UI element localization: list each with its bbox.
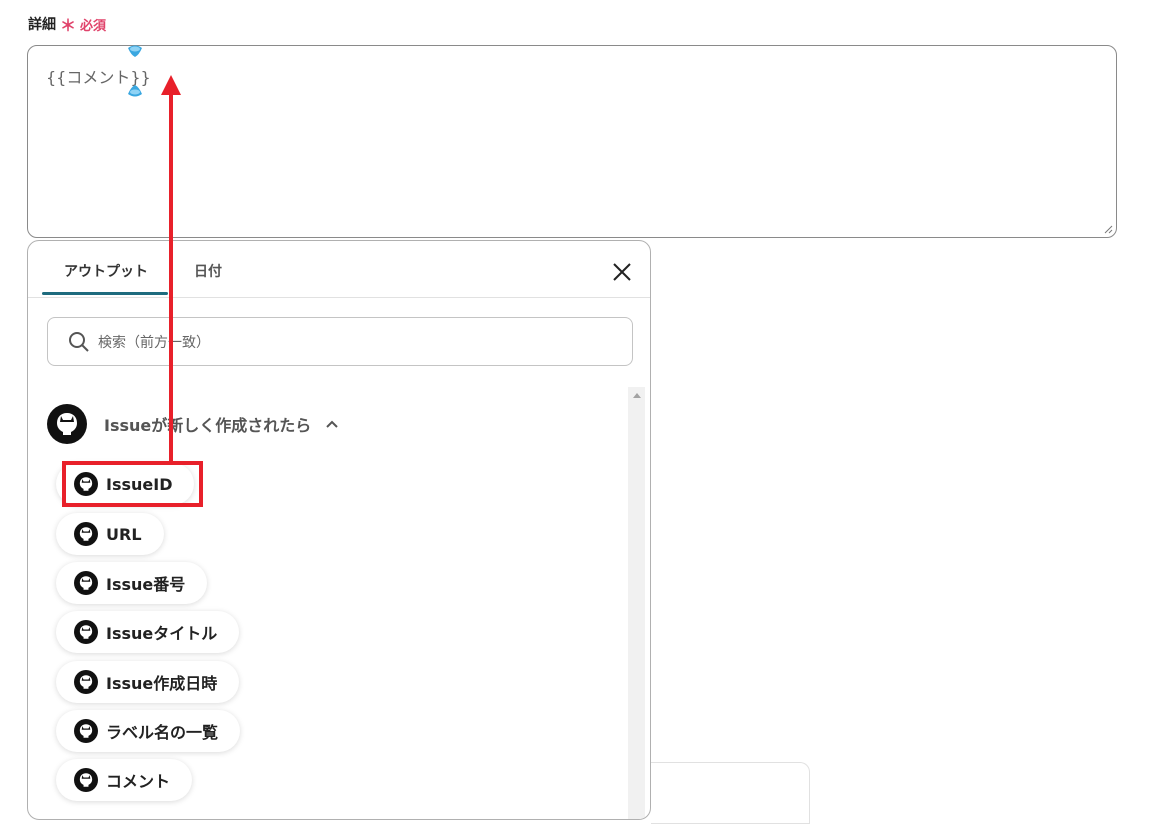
tab-output[interactable]: アウトプット <box>64 261 148 281</box>
output-item-issue-created-at[interactable]: Issue作成日時 <box>56 661 240 703</box>
output-item-label: ラベル名の一覧 <box>106 723 219 742</box>
output-item-url[interactable]: URL <box>56 513 164 555</box>
output-item-comment[interactable]: コメント <box>56 759 193 801</box>
detail-label-text: 詳細 <box>28 17 56 33</box>
github-icon <box>74 571 98 595</box>
required-asterisk: ＊ <box>60 16 77 35</box>
list-scrollbar[interactable] <box>628 387 645 819</box>
close-icon[interactable] <box>610 260 634 284</box>
chevron-up-icon[interactable] <box>325 417 339 431</box>
output-item-issue-title[interactable]: Issueタイトル <box>56 611 240 653</box>
output-item-label: Issueタイトル <box>106 624 218 643</box>
search-icon <box>69 332 89 352</box>
output-item-label: コメント <box>106 772 171 791</box>
github-icon <box>74 768 98 792</box>
resize-grip-icon[interactable] <box>1103 224 1113 234</box>
search-box <box>47 317 633 366</box>
tab-date[interactable]: 日付 <box>194 261 222 281</box>
output-item-label: Issue番号 <box>106 575 186 594</box>
github-icon <box>74 522 98 546</box>
selection-handle-start-icon[interactable] <box>127 44 143 58</box>
trigger-group-title: Issueが新しく作成されたら <box>104 416 312 435</box>
required-text: 必須 <box>80 18 107 34</box>
variable-picker-panel: アウトプット 日付 Issueが新しく作成されたら IssueID <box>27 240 651 820</box>
output-item-label: URL <box>106 524 142 544</box>
picker-tabs: アウトプット 日付 <box>28 241 650 298</box>
detail-field-label: 詳細 ＊ 必須 <box>28 12 106 36</box>
github-icon <box>74 620 98 644</box>
output-item-label: Issue作成日時 <box>106 674 218 693</box>
github-icon <box>74 670 98 694</box>
github-icon <box>47 404 87 444</box>
detail-textarea[interactable]: {{コメント}} <box>27 45 1117 238</box>
trigger-group-header[interactable]: Issueが新しく作成されたら <box>47 403 367 445</box>
output-item-issue-number[interactable]: Issue番号 <box>56 562 208 604</box>
search-input[interactable] <box>96 330 620 356</box>
output-item-label-list[interactable]: ラベル名の一覧 <box>56 710 241 752</box>
github-icon <box>74 719 98 743</box>
background-card <box>651 762 810 824</box>
selection-handle-end-icon[interactable] <box>127 84 143 98</box>
scroll-up-arrow-icon[interactable] <box>633 393 641 398</box>
active-tab-indicator <box>42 292 168 295</box>
annotation-highlight-box <box>62 461 203 507</box>
